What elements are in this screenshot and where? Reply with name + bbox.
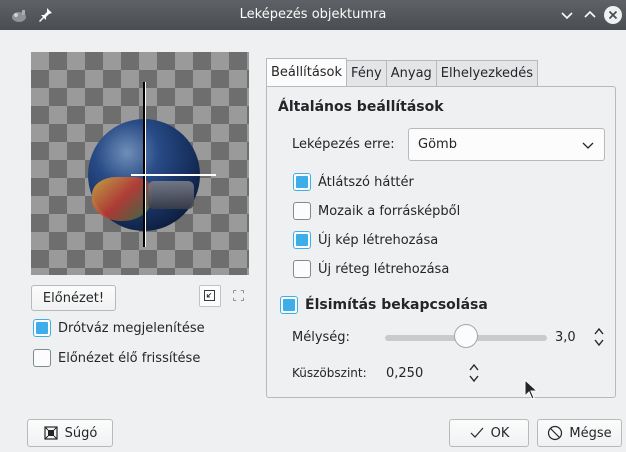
wireframe-checkbox[interactable]: Drótváz megjelenítése xyxy=(33,319,205,337)
tab-settings-label: Beállítások xyxy=(271,65,343,80)
wireframe-label: Drótváz megjelenítése xyxy=(58,320,205,336)
close-icon[interactable] xyxy=(603,5,623,25)
preview-area xyxy=(31,52,249,275)
help-label: Súgó xyxy=(64,425,98,441)
maximize-icon[interactable] xyxy=(580,5,600,25)
threshold-spin-arrows-icon[interactable] xyxy=(467,361,481,385)
tab-material[interactable]: Anyag xyxy=(385,60,437,86)
transparent-background-checkbox[interactable]: Átlátszó háttér xyxy=(293,173,414,191)
zoom-in-button[interactable] xyxy=(228,285,250,307)
create-new-layer-checkbox[interactable]: Új réteg létrehozása xyxy=(293,260,449,278)
tab-material-label: Anyag xyxy=(390,66,432,81)
map-to-label: Leképezés erre: xyxy=(292,137,395,152)
zoom-out-icon xyxy=(204,290,215,301)
cancel-label: Mégse xyxy=(569,425,612,441)
create-new-layer-indicator xyxy=(293,260,311,278)
zoom-in-icon xyxy=(233,290,244,301)
preview-crosshair-horizontal xyxy=(131,174,216,176)
cancel-icon xyxy=(548,425,563,441)
chevron-down-icon xyxy=(582,142,594,149)
title-bar: Leképezés objektumra xyxy=(0,0,626,30)
checkmark-icon xyxy=(470,427,484,438)
help-icon xyxy=(44,426,58,440)
tile-source-label: Mozaik a forrásképből xyxy=(318,203,461,219)
map-to-select[interactable]: Gömb xyxy=(408,128,605,161)
transparent-background-indicator xyxy=(293,173,311,191)
map-to-value: Gömb xyxy=(418,137,457,152)
help-button[interactable]: Súgó xyxy=(27,419,113,447)
sphere-texture-band xyxy=(148,181,194,209)
tile-source-checkbox[interactable]: Mozaik a forrásképből xyxy=(293,202,460,220)
create-new-layer-label: Új réteg létrehozása xyxy=(318,261,450,277)
live-update-label: Előnézet élő frissítése xyxy=(58,350,201,366)
live-update-checkbox[interactable]: Előnézet élő frissítése xyxy=(33,349,200,367)
tab-orientation-label: Elhelyezkedés xyxy=(440,66,534,81)
depth-value: 3,0 xyxy=(555,330,576,345)
window-title: Leképezés objektumra xyxy=(239,7,387,22)
create-new-image-indicator xyxy=(293,231,311,249)
cancel-button[interactable]: Mégse xyxy=(537,419,622,447)
zoom-out-button[interactable] xyxy=(199,285,221,307)
preview-button[interactable]: Előnézet! xyxy=(31,285,116,311)
depth-spin-arrows-icon[interactable] xyxy=(592,325,606,349)
tab-settings[interactable]: Beállítások xyxy=(266,58,348,86)
depth-label: Mélység: xyxy=(292,330,350,345)
tab-light-label: Fény xyxy=(351,66,382,81)
preview-button-label: Előnézet! xyxy=(42,290,105,306)
mouse-cursor-icon xyxy=(524,379,539,400)
antialias-indicator xyxy=(280,296,298,314)
tab-orientation[interactable]: Elhelyezkedés xyxy=(435,60,539,86)
live-update-check-indicator xyxy=(33,349,51,367)
create-new-image-label: Új kép létrehozása xyxy=(318,232,439,248)
create-new-image-checkbox[interactable]: Új kép létrehozása xyxy=(293,231,438,249)
wireframe-check-indicator xyxy=(33,319,51,337)
general-settings-heading: Általános beállítások xyxy=(278,99,444,115)
ok-button[interactable]: OK xyxy=(449,419,529,447)
antialias-checkbox[interactable]: Élsimítás bekapcsolása xyxy=(280,296,488,314)
minimize-icon[interactable] xyxy=(557,5,577,25)
antialias-label: Élsimítás bekapcsolása xyxy=(305,297,488,313)
transparent-background-label: Átlátszó háttér xyxy=(318,174,414,190)
threshold-value[interactable]: 0,250 xyxy=(386,366,423,381)
tile-source-indicator xyxy=(293,202,311,220)
depth-slider-handle[interactable] xyxy=(454,324,478,348)
preview-crosshair-vertical-light xyxy=(145,82,146,247)
ok-label: OK xyxy=(490,425,510,441)
tab-bar: Beállítások Fény Anyag Elhelyezkedés xyxy=(266,58,539,86)
threshold-label: Küszöbszint: xyxy=(292,366,367,380)
tab-light[interactable]: Fény xyxy=(346,60,387,86)
